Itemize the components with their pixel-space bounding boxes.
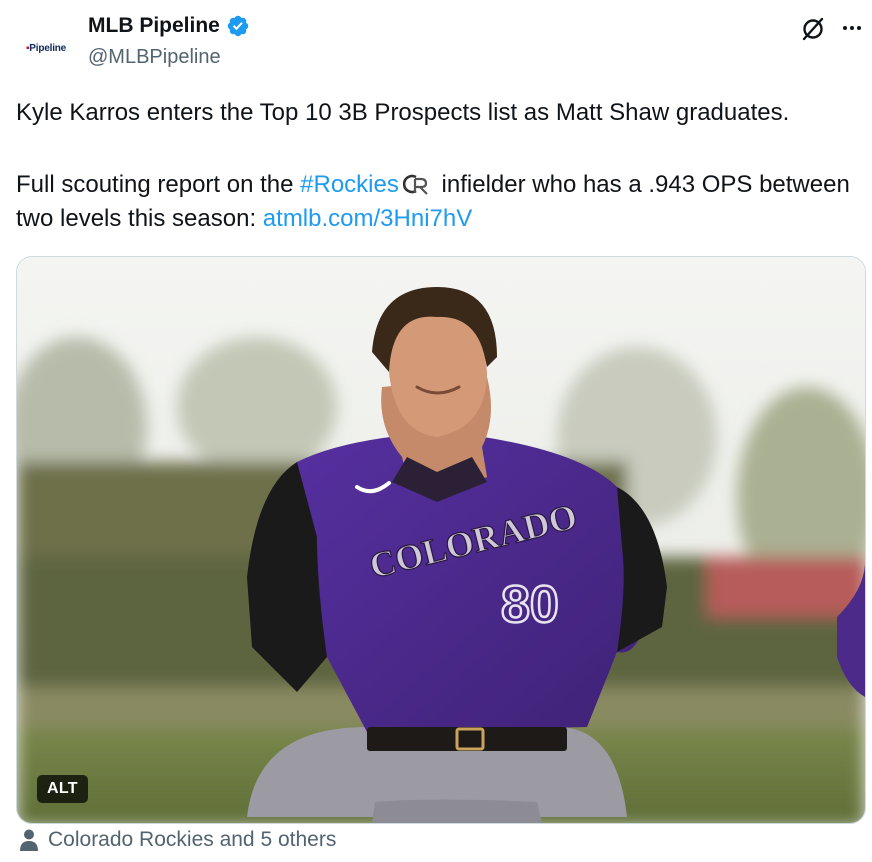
hashtag-link[interactable]: #Rockies [300, 171, 399, 198]
more-options-icon[interactable] [838, 14, 866, 42]
grok-icon[interactable] [800, 16, 826, 42]
rockies-logo-icon [402, 174, 428, 195]
tweet-line-2: Full scouting report on the #Rockies inf… [16, 171, 850, 232]
avatar[interactable]: ▪Pipeline [14, 16, 78, 80]
article-link[interactable]: atmlb.com/3Hni7hV [263, 205, 472, 232]
tagged-users[interactable]: Colorado Rockies and 5 others [18, 828, 336, 852]
tagged-label: Colorado Rockies and 5 others [48, 828, 337, 851]
person-icon [20, 829, 38, 851]
tweet-photo[interactable]: COLORADO 80 ALT [16, 256, 866, 824]
account-handle[interactable]: @MLBPipeline [88, 46, 221, 69]
tweet-line-1: Kyle Karros enters the Top 10 3B Prospec… [16, 99, 790, 126]
verified-badge-icon [227, 15, 249, 37]
display-name[interactable]: MLB Pipeline [88, 14, 250, 38]
alt-text-button[interactable]: ALT [37, 775, 88, 803]
photo-illustration: COLORADO 80 [17, 257, 865, 823]
tweet-text: Kyle Karros enters the Top 10 3B Prospec… [16, 96, 862, 236]
avatar-logo: ▪Pipeline [25, 42, 67, 54]
jersey-number: 80 [501, 576, 559, 634]
display-name-text: MLB Pipeline [88, 14, 220, 37]
